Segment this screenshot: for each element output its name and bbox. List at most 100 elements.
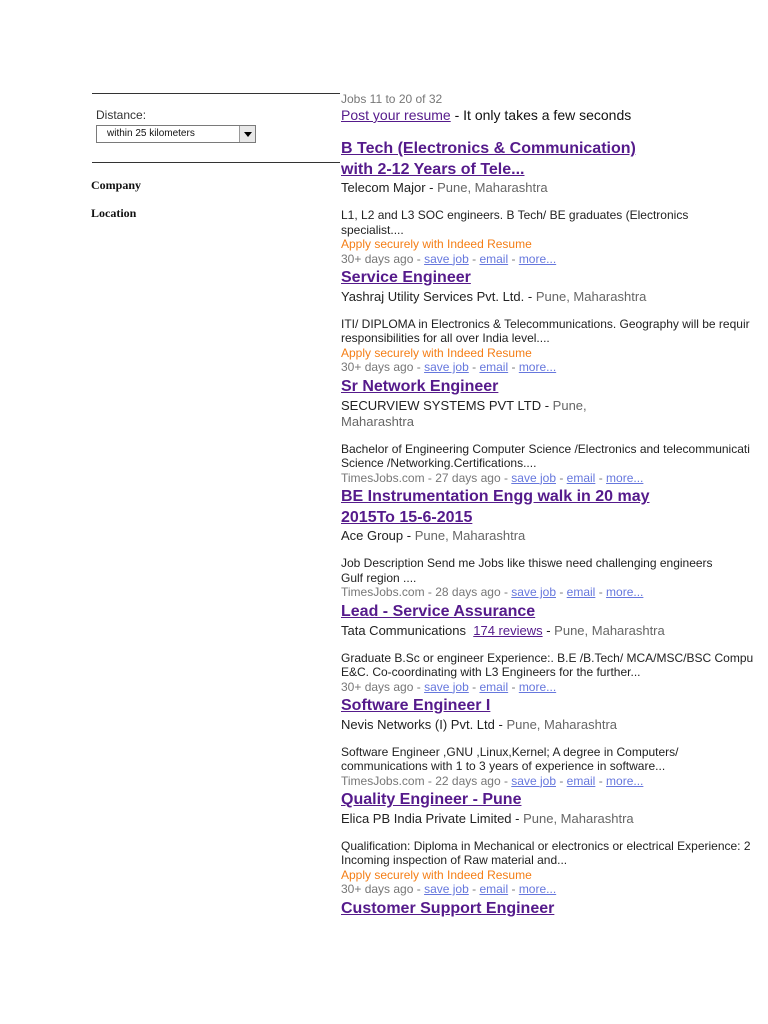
job-company: Tata Communications [341, 622, 466, 638]
job-snippet: Qualification: Diploma in Mechanical or … [341, 838, 751, 868]
job-location: Pune, Maharashtra [554, 622, 665, 638]
job-footer: TimesJobs.com - 28 days ago - save job -… [341, 585, 644, 599]
save-job-link[interactable]: save job [424, 360, 469, 374]
save-job-link[interactable]: save job [511, 774, 556, 788]
sidebar-divider [92, 93, 340, 94]
job-footer: 30+ days ago - save job - email - more..… [341, 679, 557, 694]
email-link[interactable]: email [567, 471, 596, 485]
job-location: Pune, Maharashtra [523, 810, 634, 826]
job-listing: Customer Support Engineer [341, 899, 768, 920]
job-title-link-line2[interactable]: with 2-12 Years of Tele... [341, 160, 768, 181]
results-count: Jobs 11 to 20 of 32 [341, 92, 443, 106]
more-link[interactable]: more... [519, 252, 556, 266]
job-location: Pune, Maharashtra [506, 716, 618, 732]
job-listing: Service Engineer Yashraj Utility Service… [341, 268, 768, 375]
job-company-location: Nevis Networks (I) Pvt. Ltd - Pune, Maha… [341, 716, 618, 732]
job-listing: B Tech (Electronics & Communication) wit… [341, 139, 768, 266]
job-title-link[interactable]: Sr Network Engineer [341, 377, 768, 398]
job-title-link[interactable]: Quality Engineer - Pune [341, 790, 768, 811]
save-job-link[interactable]: save job [424, 882, 469, 896]
job-snippet: Software Engineer ,GNU ,Linux,Kernel; A … [341, 744, 679, 774]
sidebar-divider [92, 162, 340, 163]
job-company: Yashraj Utility Services Pvt. Ltd. [341, 288, 525, 304]
results-column: Jobs 11 to 20 of 32 Post your resume - I… [341, 0, 768, 1024]
apply-with-resume-text: Apply securely with Indeed Resume [341, 867, 532, 882]
save-job-link[interactable]: save job [424, 680, 469, 694]
post-resume-line: Post your resume - It only takes a few s… [341, 107, 631, 123]
filter-sidebar: Distance: within 25 kilometers Company L… [0, 0, 340, 1024]
job-listing: BE Instrumentation Engg walk in 20 may 2… [341, 487, 768, 600]
more-link[interactable]: more... [519, 680, 556, 694]
job-snippet: Bachelor of Engineering Computer Science… [341, 441, 750, 471]
job-snippet: ITI/ DIPLOMA in Electronics & Telecommun… [341, 316, 750, 346]
job-source-date: TimesJobs.com - 22 days ago [341, 773, 501, 788]
job-source-date: 30+ days ago [341, 679, 414, 694]
job-title-link[interactable]: Customer Support Engineer [341, 899, 768, 920]
job-snippet: Graduate B.Sc or engineer Experience:. B… [341, 650, 754, 680]
post-resume-link[interactable]: Post your resume [341, 107, 451, 123]
job-title-link-line2[interactable]: 2015To 15-6-2015 [341, 508, 768, 529]
job-title-link[interactable]: B Tech (Electronics & Communication) [341, 139, 768, 160]
job-snippet: L1, L2 and L3 SOC engineers. B Tech/ BE … [341, 208, 689, 237]
job-source-date: TimesJobs.com - 27 days ago [341, 470, 501, 485]
job-title-link[interactable]: Lead - Service Assurance [341, 602, 768, 623]
job-location: Pune, [552, 397, 587, 413]
email-link[interactable]: email [567, 774, 596, 788]
job-listing: Quality Engineer - Pune Elica PB India P… [341, 790, 768, 897]
job-company-location: Ace Group - Pune, Maharashtra [341, 528, 526, 543]
save-job-link[interactable]: save job [424, 252, 469, 266]
more-link[interactable]: more... [606, 774, 643, 788]
save-job-link[interactable]: save job [511, 585, 556, 599]
email-link[interactable]: email [479, 882, 508, 896]
job-company-location: Tata Communications 174 reviews - Pune, … [341, 622, 665, 638]
job-snippet: Job Description Send me Jobs like thiswe… [341, 556, 713, 585]
company-facet-heading: Company [91, 178, 142, 192]
job-title-link[interactable]: Software Engineer I [341, 696, 768, 717]
post-resume-suffix: - It only takes a few seconds [450, 107, 632, 123]
company-reviews-link[interactable]: 174 reviews [473, 623, 542, 638]
job-title-link[interactable]: Service Engineer [341, 268, 768, 289]
job-company-location: Telecom Major - Pune, Maharashtra [341, 180, 548, 195]
more-link[interactable]: more... [606, 585, 643, 599]
job-footer: 30+ days ago - save job - email - more..… [341, 882, 557, 896]
distance-select[interactable]: within 25 kilometers [96, 125, 256, 143]
job-footer: 30+ days ago - save job - email - more..… [341, 360, 557, 374]
email-link[interactable]: email [479, 680, 508, 694]
job-footer: 30+ days ago - save job - email - more..… [341, 251, 557, 266]
job-company-location: Yashraj Utility Services Pvt. Ltd. - Pun… [341, 288, 647, 304]
job-company-location: SECURVIEW SYSTEMS PVT LTD - Pune, [341, 397, 587, 413]
job-title-link[interactable]: BE Instrumentation Engg walk in 20 may [341, 487, 768, 508]
job-company-location: Elica PB India Private Limited - Pune, M… [341, 810, 634, 826]
job-company: Telecom Major [341, 180, 426, 195]
job-company: Elica PB India Private Limited [341, 810, 512, 826]
job-company: SECURVIEW SYSTEMS PVT LTD [341, 397, 542, 413]
job-listing: Lead - Service Assurance Tata Communicat… [341, 602, 768, 694]
job-location: Pune, Maharashtra [414, 528, 526, 543]
job-location: Pune, Maharashtra [535, 288, 647, 304]
save-job-link[interactable]: save job [511, 471, 556, 485]
job-source-date: 30+ days ago [341, 360, 414, 374]
apply-with-resume-text: Apply securely with Indeed Resume [341, 345, 532, 360]
email-link[interactable]: email [479, 252, 508, 266]
dropdown-arrow-icon[interactable] [239, 126, 255, 142]
apply-with-resume-text: Apply securely with Indeed Resume [341, 237, 532, 251]
job-footer: TimesJobs.com - 27 days ago - save job -… [341, 470, 644, 485]
job-listing: Software Engineer I Nevis Networks (I) P… [341, 696, 768, 788]
distance-select-value: within 25 kilometers [107, 128, 195, 139]
job-company: Nevis Networks (I) Pvt. Ltd [341, 716, 495, 732]
more-link[interactable]: more... [519, 882, 556, 896]
distance-label: Distance: [96, 108, 147, 122]
job-source-date: 30+ days ago [341, 251, 414, 266]
more-link[interactable]: more... [606, 471, 643, 485]
job-source-date: 30+ days ago [341, 882, 414, 896]
more-link[interactable]: more... [519, 360, 556, 374]
job-footer: TimesJobs.com - 22 days ago - save job -… [341, 773, 644, 788]
job-company: Ace Group [341, 528, 404, 543]
job-location: Pune, Maharashtra [437, 180, 548, 195]
job-location-line2: Maharashtra [341, 413, 414, 429]
location-facet-heading: Location [91, 206, 137, 220]
job-source-date: TimesJobs.com - 28 days ago [341, 585, 501, 599]
email-link[interactable]: email [567, 585, 596, 599]
job-listing: Sr Network Engineer SECURVIEW SYSTEMS PV… [341, 377, 768, 485]
email-link[interactable]: email [479, 360, 508, 374]
